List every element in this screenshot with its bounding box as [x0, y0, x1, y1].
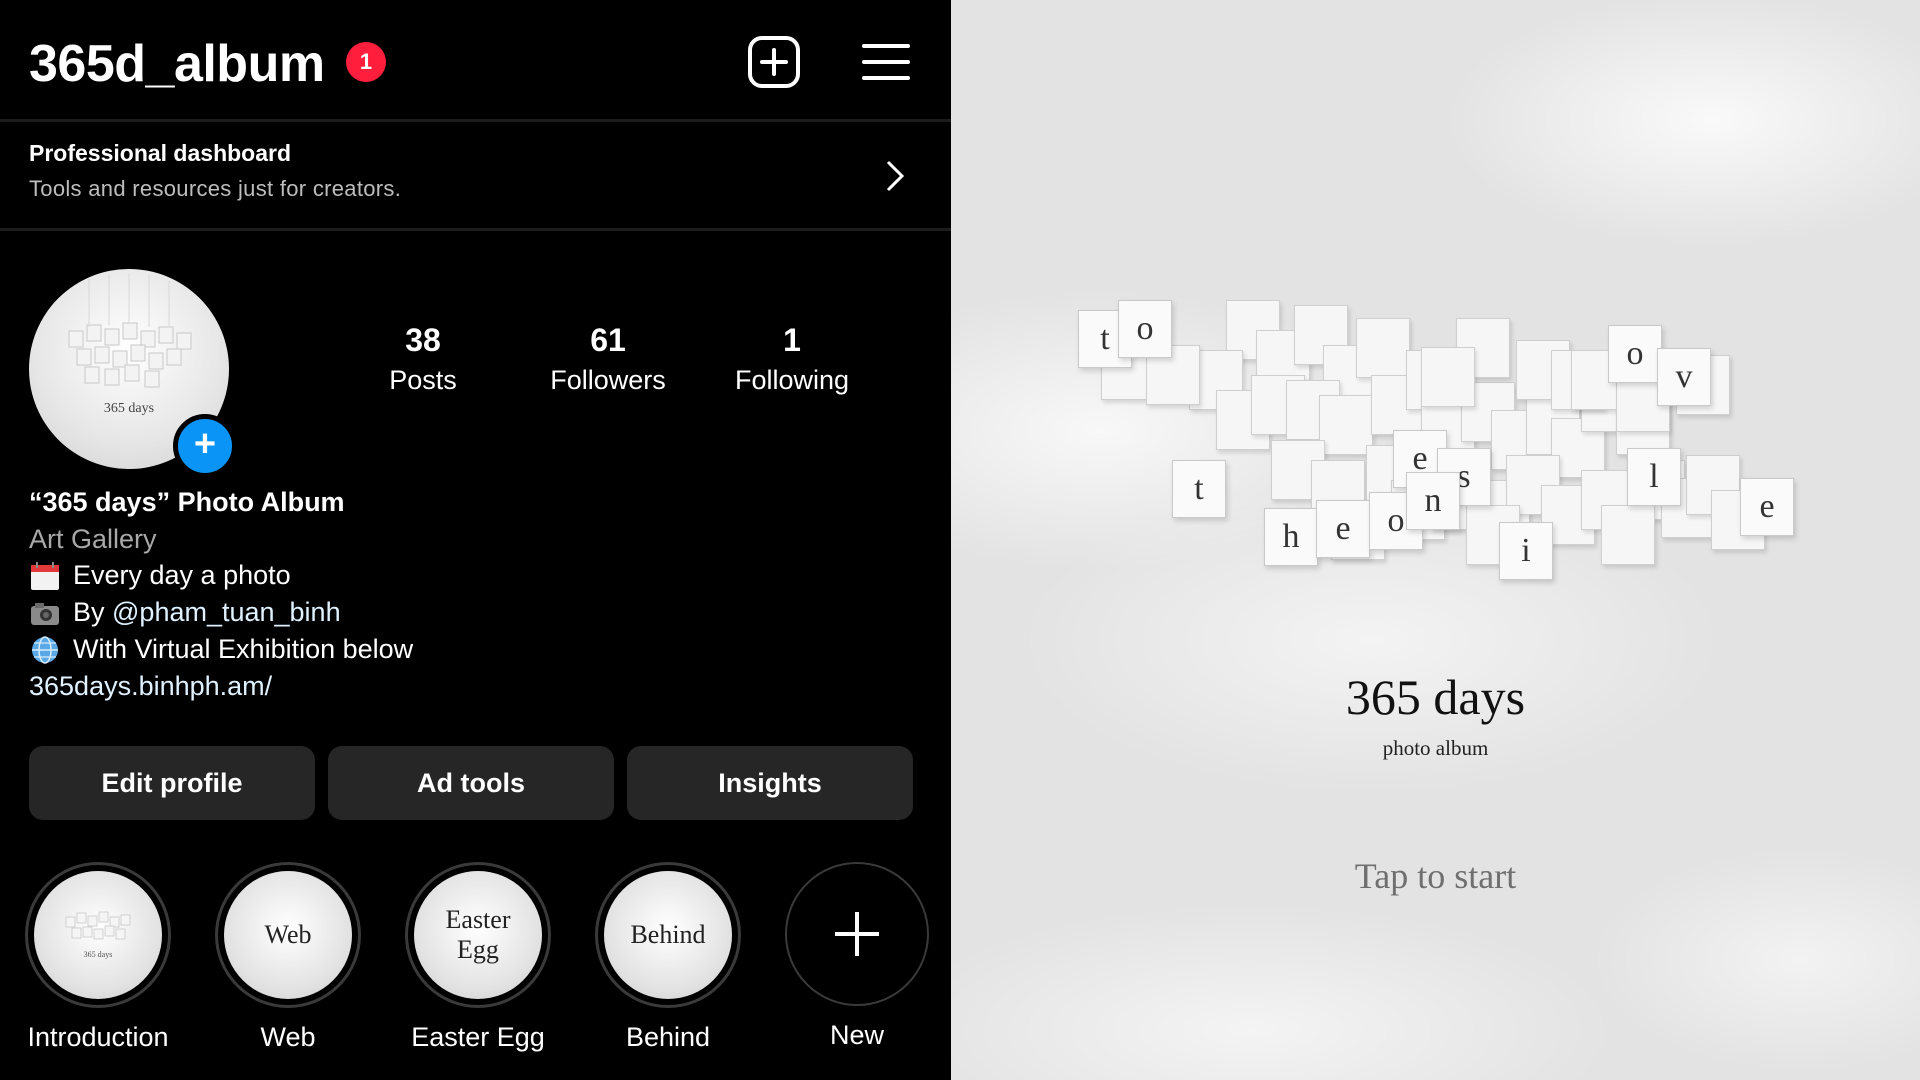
bio-text-by: By	[73, 597, 113, 627]
stat-following[interactable]: 1 Following	[697, 322, 887, 396]
tap-to-start-prompt[interactable]: Tap to start	[951, 855, 1920, 897]
calendar-icon	[31, 561, 59, 590]
dashboard-title: Professional dashboard	[29, 140, 292, 166]
dashboard-subtitle: Tools and resources just for creators.	[29, 176, 402, 201]
ad-tools-button[interactable]: Ad tools	[328, 746, 614, 820]
photo-card	[1356, 318, 1410, 378]
instagram-profile-panel: 365d_album 1 Professional dashboard Tool…	[0, 0, 951, 1080]
letter-card: o	[1118, 300, 1172, 358]
highlight-ring: 365 days	[25, 862, 171, 1008]
stat-posts[interactable]: 38 Posts	[328, 322, 518, 396]
posts-count: 38	[405, 322, 441, 358]
highlight-label: Easter Egg	[411, 1022, 545, 1052]
highlight-cover-text: Behind	[604, 871, 732, 999]
highlight-cover-text: Web	[224, 871, 352, 999]
photo-card	[1601, 505, 1655, 565]
insights-button[interactable]: Insights	[627, 746, 913, 820]
album-splash-panel[interactable]: t o o v t e s l e h e o n i 365 days pho…	[951, 0, 1920, 1080]
divider	[0, 228, 951, 231]
highlight-label: Behind	[625, 1022, 711, 1052]
highlight-cover-text: Easter Egg	[414, 871, 542, 999]
svg-text:365 days: 365 days	[84, 950, 113, 959]
highlight-behind[interactable]: Behind Behind	[593, 862, 743, 1053]
divider	[0, 119, 951, 122]
highlight-easter-egg[interactable]: Easter Egg Easter Egg	[403, 862, 553, 1053]
following-count: 1	[783, 322, 801, 358]
album-subtitle: photo album	[1382, 736, 1489, 760]
bio-text-virtual-exhibition: With Virtual Exhibition below	[73, 634, 414, 664]
letter-card: v	[1657, 348, 1711, 406]
add-story-button[interactable]: +	[173, 414, 237, 478]
notification-badge[interactable]: 1	[346, 42, 386, 82]
letter-card: t	[1172, 460, 1226, 518]
cover-line-2: Egg	[457, 935, 499, 964]
highlight-introduction[interactable]: 365 days Introduction	[23, 862, 173, 1053]
followers-label: Followers	[550, 365, 666, 395]
highlight-new[interactable]: New	[782, 862, 932, 1051]
letter-card: e	[1316, 500, 1370, 558]
bio-line-camera: By @pham_tuan_binh	[29, 597, 341, 628]
stat-followers[interactable]: 61 Followers	[513, 322, 703, 396]
highlight-label: Web	[260, 1022, 316, 1052]
letter-card: l	[1627, 448, 1681, 506]
following-label: Following	[734, 365, 850, 395]
followers-count: 61	[590, 322, 626, 358]
album-title: 365 days	[1345, 669, 1526, 725]
cover-line-1: Easter	[445, 905, 511, 935]
profile-display-name: “365 days” Photo Album	[29, 487, 345, 517]
photo-card-cluster: t o o v t e s l e h e o n i	[951, 0, 1920, 1080]
bio-line-globe: With Virtual Exhibition below	[29, 634, 413, 665]
letter-card: h	[1264, 508, 1318, 566]
highlight-cover-image: 365 days	[34, 871, 162, 999]
letter-card: n	[1406, 472, 1460, 530]
profile-website-link[interactable]: 365days.binhph.am/	[29, 671, 272, 702]
highlight-ring: Web	[215, 862, 361, 1008]
photo-card	[1319, 395, 1373, 455]
profile-category: Art Gallery	[29, 524, 157, 554]
new-post-icon[interactable]	[746, 34, 802, 90]
photo-card	[1421, 347, 1475, 407]
profile-username[interactable]: 365d_album	[29, 34, 325, 94]
highlight-web[interactable]: Web Web	[213, 862, 363, 1053]
globe-icon	[32, 635, 58, 664]
bio-mention-link[interactable]: @pham_tuan_binh	[112, 597, 341, 628]
album-thumbnail-icon: 365 days	[65, 911, 131, 959]
letter-card: o	[1608, 325, 1662, 383]
chevron-right-icon	[886, 160, 905, 192]
posts-label: Posts	[389, 365, 457, 395]
bio-line-calendar: Every day a photo	[29, 560, 291, 591]
edit-profile-button[interactable]: Edit profile	[29, 746, 315, 820]
highlight-label: New	[829, 1020, 884, 1050]
highlight-ring: Behind	[595, 862, 741, 1008]
camera-icon	[31, 602, 59, 625]
highlight-ring	[785, 862, 929, 1006]
highlight-ring: Easter Egg	[405, 862, 551, 1008]
bio-text-every-day: Every day a photo	[73, 560, 291, 590]
letter-card: e	[1740, 478, 1794, 536]
plus-icon	[835, 912, 879, 956]
highlight-label: Introduction	[27, 1022, 169, 1052]
menu-icon[interactable]	[858, 34, 914, 90]
letter-card: i	[1499, 522, 1553, 580]
